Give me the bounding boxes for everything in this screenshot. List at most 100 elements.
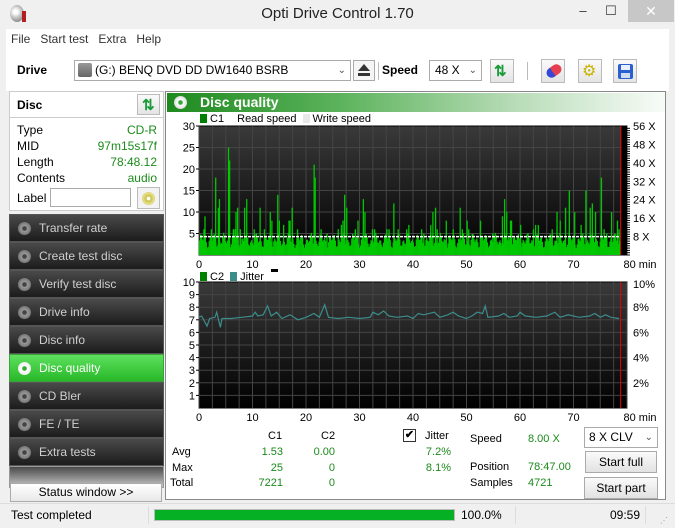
nav-label: CD Bler: [39, 389, 82, 403]
c1-peak-bar: [585, 190, 587, 255]
erase-button[interactable]: [541, 59, 565, 83]
c1-peak-bar: [218, 199, 221, 255]
info-key: MID: [17, 139, 39, 153]
nav-disc-quality[interactable]: Disc quality: [9, 354, 164, 382]
x-tick-label: 60: [514, 412, 526, 422]
menu-start-test[interactable]: Start test: [35, 29, 93, 49]
c1-peak-bar: [459, 207, 461, 255]
c1-peak-bar: [232, 229, 235, 255]
start-full-button[interactable]: Start full: [585, 451, 657, 473]
samples-label: Samples: [470, 477, 513, 489]
info-value: 78:48.12: [110, 155, 157, 169]
y-tick-label: 25: [183, 143, 195, 155]
nav-menu: Transfer rate Create test disc Verify te…: [9, 214, 164, 488]
drive-select[interactable]: (G:) BENQ DVD DD DW1640 BSRB ⌄: [74, 60, 351, 81]
disc-refresh-button[interactable]: ⇅: [137, 94, 160, 115]
total-c2: 0: [328, 477, 335, 489]
nav-transfer-rate[interactable]: Transfer rate: [9, 214, 164, 242]
speed-label: Speed: [382, 63, 419, 77]
refresh-speed-button[interactable]: ⇅: [490, 59, 514, 83]
c1-peak-bar: [564, 207, 567, 255]
c1-peak-bar: [314, 177, 316, 255]
c1-peak-bar: [320, 229, 322, 255]
divider: [10, 117, 163, 118]
y-tick-label: 8: [189, 302, 195, 314]
c1-peak-bar: [618, 229, 620, 255]
x-tick-label: 80 min: [623, 412, 656, 422]
close-button[interactable]: ✕: [628, 0, 674, 22]
c1-peak-bar: [343, 194, 346, 255]
header-c2: C2: [321, 430, 336, 442]
samples-value: 4721: [528, 477, 553, 489]
resize-grip[interactable]: ⋰: [660, 516, 668, 525]
c1-peak-bar: [430, 224, 432, 255]
start-part-button[interactable]: Start part: [584, 477, 658, 499]
x-tick-label: 50: [460, 259, 472, 271]
x-tick-label: 50: [460, 412, 472, 422]
disc-icon: [18, 418, 31, 431]
c1-peak-bar: [532, 229, 535, 255]
info-value: CD-R: [127, 123, 157, 137]
nav-label: Extra tests: [39, 445, 96, 459]
c1-peak-bar: [406, 229, 408, 255]
c1-peak-bar: [239, 229, 241, 255]
save-button[interactable]: [613, 59, 637, 83]
nav-extra-tests[interactable]: Extra tests: [9, 438, 164, 466]
c1-peak-bar: [466, 220, 468, 255]
nav-disc-info[interactable]: Disc info: [9, 326, 164, 354]
disc-icon: [18, 306, 31, 319]
disc-icon: [18, 250, 31, 263]
y-tick-label: 1: [189, 390, 195, 402]
progress-text: 100.0%: [461, 508, 502, 522]
nav-create-test-disc[interactable]: Create test disc: [9, 242, 164, 270]
c1-peak-bar: [600, 177, 603, 255]
y2-tick-label: 40 X: [633, 158, 656, 170]
chevron-down-icon: ⌄: [468, 65, 477, 76]
c1-peak-bar: [243, 207, 246, 255]
c1-peak-bar: [520, 224, 522, 255]
nav-fe-te[interactable]: FE / TE: [9, 410, 164, 438]
nav-verify-test-disc[interactable]: Verify test disc: [9, 270, 164, 298]
c1-peak-bar: [235, 212, 237, 255]
c1-peak-bar: [408, 224, 410, 255]
disc-icon: [18, 334, 31, 347]
c1-peak-bar: [386, 229, 388, 255]
title-bar: Opti Drive Control 1.70 – ☐ ✕: [0, 0, 675, 28]
status-window-button[interactable]: Status window >>: [10, 483, 162, 502]
settings-button[interactable]: ⚙: [578, 59, 602, 83]
c1-peak-bar: [371, 229, 374, 255]
label-key: Label: [17, 191, 47, 205]
disc-icon: [18, 390, 31, 403]
drive-label: Drive: [17, 63, 48, 77]
maximize-button[interactable]: ☐: [596, 0, 626, 22]
nav-cd-bler[interactable]: CD Bler: [9, 382, 164, 410]
jitter-checkbox[interactable]: ✔: [403, 429, 416, 442]
c1-peak-bar: [362, 199, 365, 255]
c1-peak-bar: [246, 199, 248, 255]
row-total-label: Total: [170, 477, 194, 489]
c1-peak-bar: [574, 212, 576, 255]
c1-peak-bar: [282, 224, 285, 255]
menu-file[interactable]: File: [6, 29, 35, 49]
x-tick-label: 0: [196, 259, 202, 271]
nav-label: Transfer rate: [39, 221, 108, 235]
eraser-icon: [544, 62, 564, 80]
c1-peak-bar: [357, 220, 359, 255]
progress-fill: [155, 510, 454, 520]
eject-button[interactable]: [353, 60, 375, 81]
c1-peak-bar: [436, 229, 438, 255]
test-speed-select[interactable]: 8 X CLV ⌄: [584, 427, 658, 448]
nav-drive-info[interactable]: Drive info: [9, 298, 164, 326]
label-input[interactable]: [50, 188, 131, 207]
x-tick-label: 70: [567, 259, 579, 271]
c1-peak-bar: [510, 220, 513, 255]
disc-label-button[interactable]: [137, 187, 160, 209]
y-tick-label: 4: [189, 353, 195, 365]
c1-peak-bar: [340, 224, 343, 255]
c1-peak-bar: [610, 212, 613, 255]
speed-select[interactable]: 48 X ⌄: [429, 60, 482, 81]
menu-help[interactable]: Help: [131, 29, 166, 49]
disc-mid-row: MID 97m15s17f: [17, 139, 157, 155]
minimize-button[interactable]: –: [568, 0, 598, 22]
menu-extra[interactable]: Extra: [93, 29, 131, 49]
